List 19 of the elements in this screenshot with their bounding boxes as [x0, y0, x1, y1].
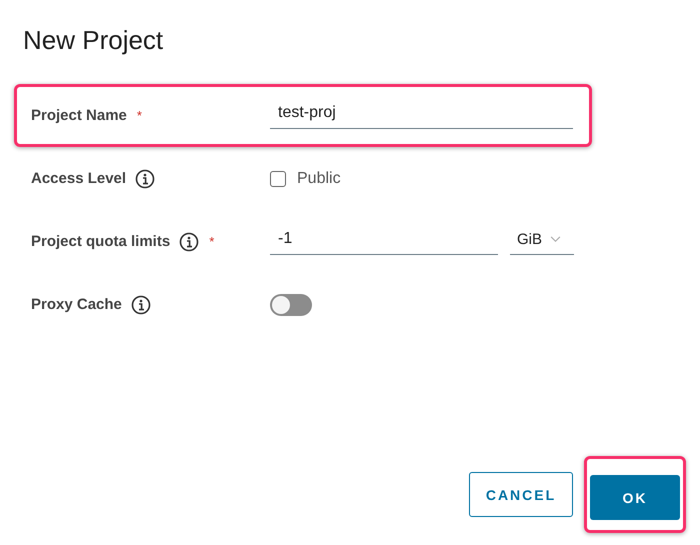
text-field[interactable]: -1 [270, 228, 498, 255]
info-icon[interactable] [135, 168, 156, 188]
text-field[interactable]: test-proj [270, 102, 573, 129]
field-label: Access Level [31, 170, 126, 187]
info-icon[interactable] [130, 294, 151, 314]
caret-icon [550, 236, 562, 242]
unit-dropdown[interactable]: GiB [510, 228, 574, 254]
required-mark: * [209, 234, 214, 249]
info-icon[interactable] [179, 232, 200, 252]
field-label: Proxy Cache [31, 296, 122, 313]
cancel-button[interactable]: CANCEL [469, 472, 573, 517]
checkbox[interactable] [270, 170, 286, 186]
checkbox-label: Public [297, 170, 341, 188]
required-mark: * [136, 108, 142, 123]
field-label: Project Name [31, 107, 127, 124]
toggle-switch[interactable] [270, 294, 312, 316]
dialog-title: New Project [22, 24, 164, 56]
ok-button[interactable]: OK [590, 475, 680, 520]
field-label: Project quota limits [31, 233, 170, 250]
